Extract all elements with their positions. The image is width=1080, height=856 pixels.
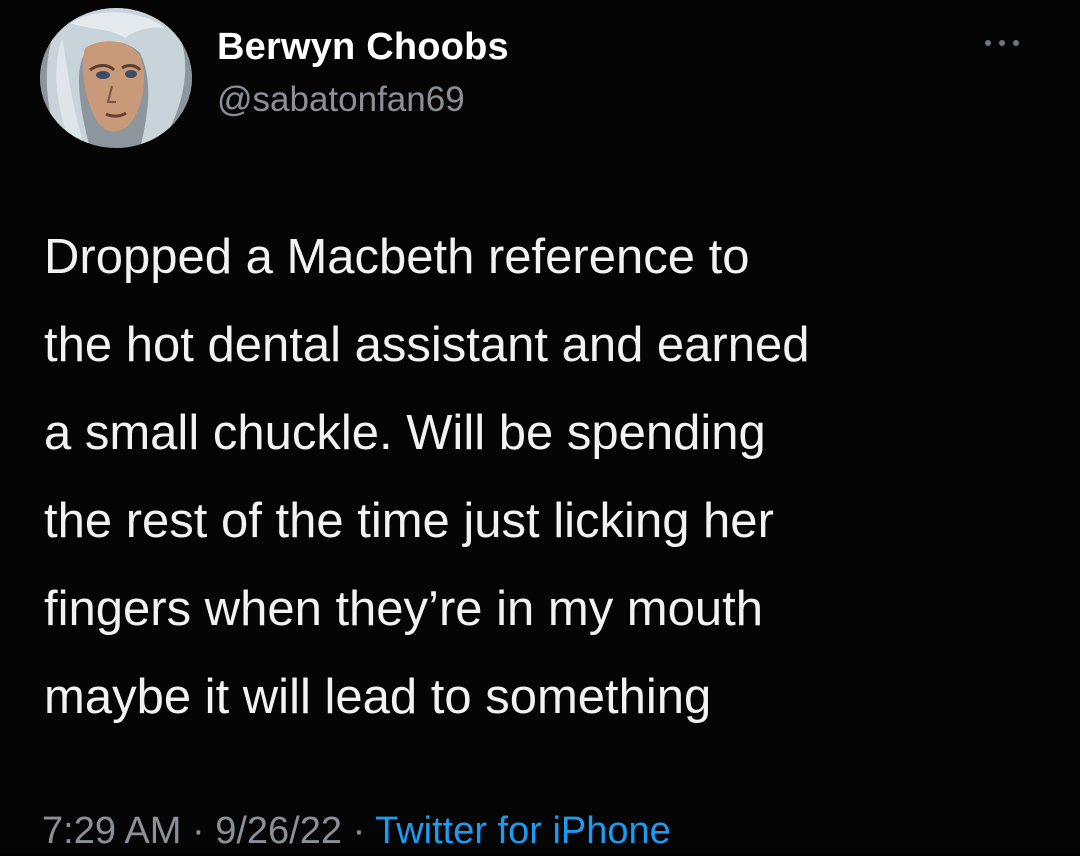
- tweet-time[interactable]: 7:29 AM: [42, 810, 181, 852]
- more-horizontal-icon: [985, 40, 1019, 46]
- tweet-source-link[interactable]: Twitter for iPhone: [375, 810, 671, 852]
- tweet-text-line: fingers when they’re in my mouth: [44, 582, 763, 636]
- author-handle[interactable]: @sabatonfan69: [217, 80, 465, 120]
- author-name[interactable]: Berwyn Choobs: [217, 26, 509, 69]
- tweet-text-line: Dropped a Macbeth reference to: [44, 230, 750, 284]
- tweet-text-line: the rest of the time just licking her: [44, 494, 774, 548]
- avatar[interactable]: [40, 8, 192, 148]
- meta-separator: ·: [191, 810, 205, 852]
- more-options-button[interactable]: [980, 28, 1024, 58]
- tweet-date[interactable]: 9/26/22: [215, 810, 342, 852]
- tweet-text-line: maybe it will lead to something: [44, 670, 712, 724]
- meta-separator: ·: [352, 810, 366, 852]
- tweet-text-line: a small chuckle. Will be spending: [44, 406, 766, 460]
- tweet-text-line: the hot dental assistant and earned: [44, 318, 810, 372]
- tweet-text: Dropped a Macbeth reference to the hot d…: [44, 213, 1064, 741]
- tweet-meta: 7:29 AM · 9/26/22 · Twitter for iPhone: [42, 806, 671, 856]
- avatar-illustration: [40, 8, 192, 148]
- tweet-card: Berwyn Choobs @sabatonfan69 Dropped a Ma…: [0, 0, 1080, 853]
